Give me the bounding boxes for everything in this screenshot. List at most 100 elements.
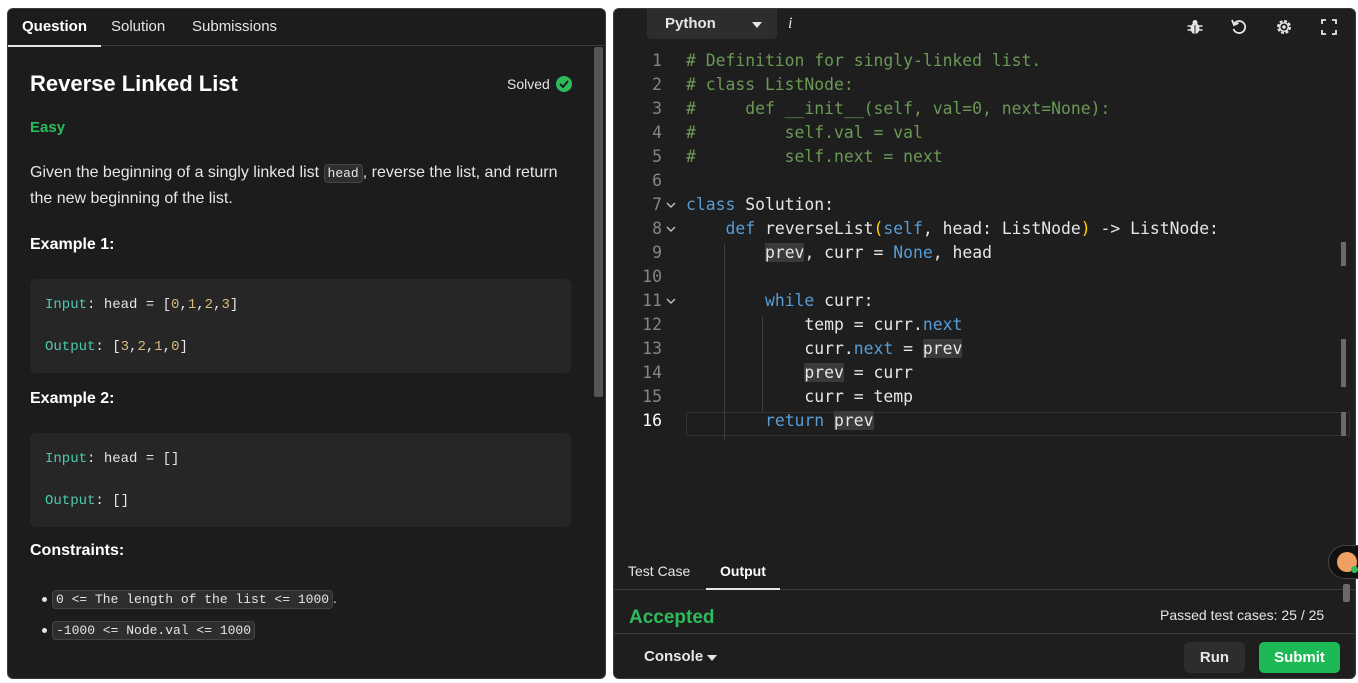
example-2-input: Input: head = [] [45,451,180,467]
example-2-box: Input: head = [] Output: [] [30,433,571,527]
info-icon[interactable]: i [788,15,792,33]
code-line: 12 temp = curr.next [614,313,1354,337]
scroll-marker [1341,339,1346,387]
tab-output[interactable]: Output [706,563,780,590]
input-label: Input [45,451,88,467]
line-number: 13 [642,339,662,358]
question-panel: Question Solution Submissions Reverse Li… [7,8,606,679]
line-number: 11 [642,291,662,310]
fold-chevron-icon[interactable] [666,200,676,210]
chevron-down-icon [752,22,762,28]
bullet-icon [42,628,47,633]
output-label: Output [45,493,96,509]
problem-title: Reverse Linked List [30,71,238,96]
bullet-icon [42,597,47,602]
description-code: head [323,164,363,183]
code-line: 11 while curr: [614,289,1354,313]
line-number: 9 [652,243,662,262]
tab-solution[interactable]: Solution [111,9,165,46]
code-line: 1 # Definition for singly-linked list. [614,49,1354,73]
tab-question[interactable]: Question [8,9,102,47]
scroll-marker [1341,412,1346,436]
code-line: 8 def reverseList(self, head: ListNode) … [614,217,1354,241]
fold-chevron-icon[interactable] [666,224,676,234]
code-line: 13 curr.next = prev [614,337,1354,361]
description-text-before: Given the beginning of a singly linked l… [30,164,324,181]
constraint-code: -1000 <= Node.val <= 1000 [52,621,256,640]
num: 0 [171,297,180,313]
example-2-heading: Example 2: [30,390,115,407]
console-button[interactable]: Console [644,648,703,665]
output-label: Output [45,339,96,355]
num: 1 [187,297,197,313]
code-line: 15 curr = temp [614,385,1354,409]
num: 0 [171,339,180,355]
result-status: Accepted [629,607,715,628]
code-line: 7 class Solution: [614,193,1354,217]
submit-button[interactable]: Submit [1259,642,1340,673]
input-value: head = [] [103,451,180,467]
line-number: 2 [652,75,662,94]
difficulty-badge: Easy [30,119,66,136]
scroll-marker [1341,242,1346,266]
code-editor[interactable]: 1 # Definition for singly-linked list. 2 #… [614,49,1354,440]
line-number: 8 [652,219,662,238]
bug-icon[interactable] [1186,18,1204,36]
num: 2 [204,297,214,313]
constraints-heading: Constraints: [30,542,125,559]
code-line: 10 [614,265,1354,289]
chevron-down-icon [707,655,717,661]
fold-chevron-icon[interactable] [666,296,676,306]
editor-panel: Python i 1 # Definition for singly-linked… [613,8,1356,679]
run-button[interactable]: Run [1184,642,1245,673]
input-label: Input [45,297,88,313]
code-line: 5 # self.next = next [614,145,1354,169]
code-line: 2 # class ListNode: [614,73,1354,97]
num: 2 [137,339,146,355]
question-scrollbar[interactable] [594,47,603,397]
reset-icon[interactable] [1230,18,1248,36]
language-select[interactable]: Python [647,9,777,39]
num: 3 [221,297,230,313]
line-number: 12 [642,315,662,334]
floating-assistant-button[interactable] [1328,545,1358,579]
line-number: 7 [652,195,662,214]
language-label: Python [665,15,716,32]
example-2-output: Output: [] [45,493,130,509]
input-value: head = [ [103,297,172,313]
example-1-heading: Example 1: [30,236,115,253]
question-tabs: Question Solution Submissions [8,9,605,47]
check-circle-icon [556,76,572,92]
tab-test-case[interactable]: Test Case [628,563,690,579]
solved-status: Solved [507,76,550,92]
output-value: [] [112,493,130,509]
line-number: 14 [642,363,662,382]
online-status-icon [1351,566,1358,573]
code-line: 14 prev = curr [614,361,1354,385]
code-line: 9 prev, curr = None, head [614,241,1354,265]
code-line: 4 # self.val = val [614,121,1354,145]
line-number: 4 [652,123,662,142]
example-1-box: Input: head = [0,1,2,3] Output: [3,2,1,0… [30,279,571,373]
code-line: 3 # def __init__(self, val=0, next=None): [614,97,1354,121]
constraint-code: 0 <= The length of the list <= 1000 [52,590,334,609]
constraint-item: 0 <= The length of the list <= 1000. [42,590,337,609]
fullscreen-icon[interactable] [1320,18,1338,36]
line-number: 16 [642,411,662,430]
num: 1 [154,339,163,355]
settings-icon[interactable] [1275,18,1293,36]
example-1-output: Output: [3,2,1,0] [45,339,188,355]
line-number: 10 [642,267,662,286]
num: 3 [120,339,130,355]
action-bar: Console Run Submit [614,633,1355,678]
constraint-item: -1000 <= Node.val <= 1000 [42,621,256,640]
tab-submissions[interactable]: Submissions [192,9,277,46]
example-1-input: Input: head = [0,1,2,3] [45,297,239,313]
console-scrollbar[interactable] [1343,584,1350,602]
line-number: 5 [652,147,662,166]
line-number: 15 [642,387,662,406]
code-line: 16 return prev [614,409,1354,433]
code-line: 6 [614,169,1354,193]
console-tabs: Test Case Output [614,554,1355,590]
line-number: 3 [652,99,662,118]
